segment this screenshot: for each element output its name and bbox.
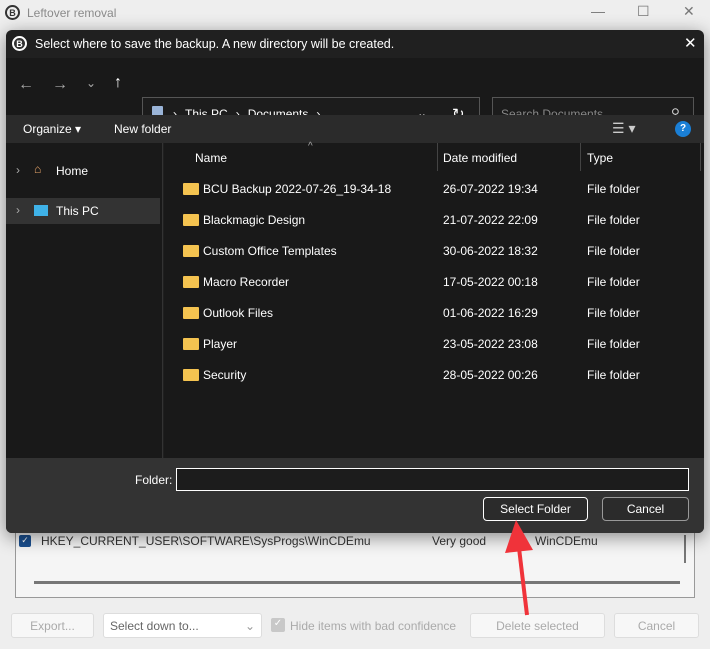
- arrow-head: [505, 520, 533, 553]
- arrow-shaft: [517, 547, 529, 616]
- annotation-arrow: [505, 520, 533, 616]
